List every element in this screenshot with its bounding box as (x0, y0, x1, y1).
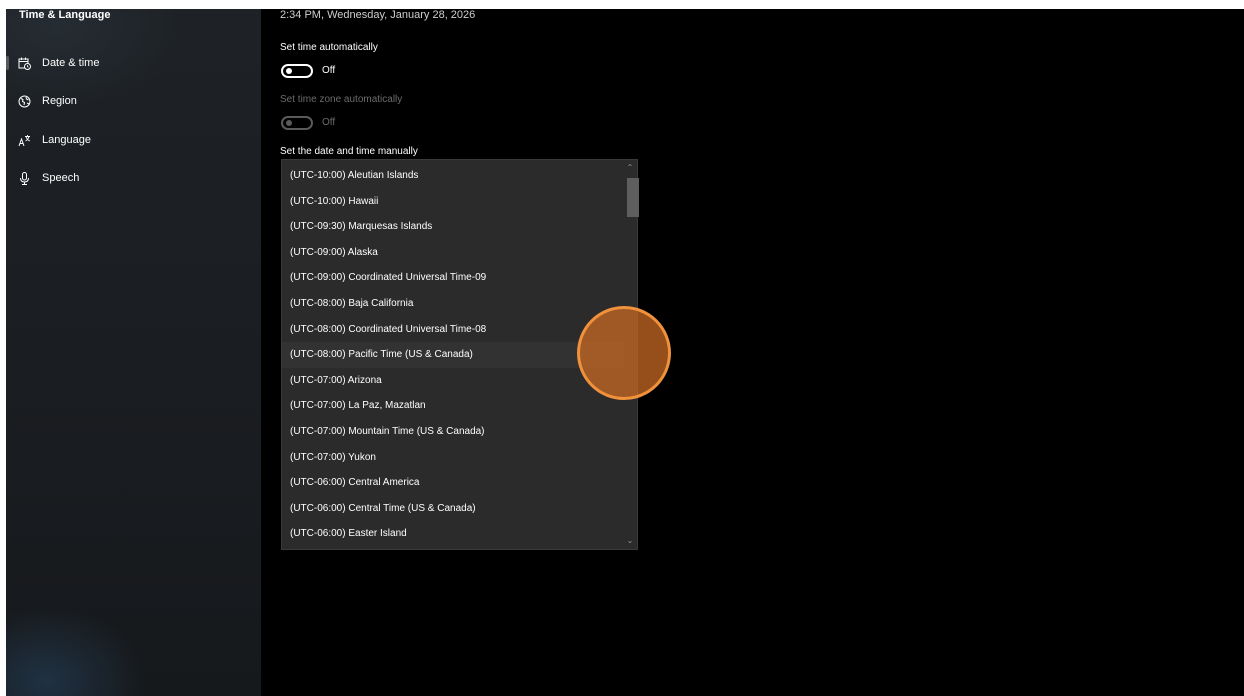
timezone-option[interactable]: (UTC-10:00) Aleutian Islands (282, 163, 624, 189)
toggle-knob (286, 68, 292, 74)
click-indicator (577, 306, 671, 400)
scroll-down-arrow-icon[interactable]: ⌄ (623, 535, 637, 547)
timezone-option-hovered[interactable]: (UTC-08:00) Pacific Time (US & Canada) (282, 342, 624, 368)
language-icon (17, 133, 31, 147)
timezone-option[interactable]: (UTC-08:00) Baja California (282, 291, 624, 317)
set-time-auto-toggle[interactable] (281, 64, 313, 78)
sidebar: Time & Language Date & time Region Langu… (6, 9, 261, 696)
sidebar-item-label: Date & time (42, 57, 100, 69)
globe-icon (17, 94, 31, 108)
timezone-option[interactable]: (UTC-09:30) Marquesas Islands (282, 214, 624, 240)
timezone-option[interactable]: (UTC-06:00) Central Time (US & Canada) (282, 496, 624, 522)
sidebar-title: Time & Language (19, 9, 111, 21)
toggle-knob (286, 120, 292, 126)
timezone-options: (UTC-10:00) Aleutian Islands (UTC-10:00)… (282, 163, 624, 547)
sidebar-item-speech[interactable]: Speech (6, 163, 261, 193)
timezone-option[interactable]: (UTC-08:00) Coordinated Universal Time-0… (282, 317, 624, 343)
sidebar-item-language[interactable]: Language (6, 125, 261, 155)
timezone-option[interactable]: (UTC-10:00) Hawaii (282, 189, 624, 215)
set-timezone-auto-label: Set time zone automatically (280, 94, 403, 105)
scroll-thumb[interactable] (627, 178, 639, 217)
timezone-option[interactable]: (UTC-07:00) Arizona (282, 368, 624, 394)
microphone-icon (17, 171, 31, 185)
timezone-option[interactable]: (UTC-07:00) Mountain Time (US & Canada) (282, 419, 624, 445)
timezone-option[interactable]: (UTC-07:00) La Paz, Mazatlan (282, 393, 624, 419)
sidebar-item-label: Language (42, 134, 91, 146)
timezone-option[interactable]: (UTC-07:00) Yukon (282, 445, 624, 471)
manual-date-time-label: Set the date and time manually (280, 146, 418, 157)
sidebar-item-label: Speech (42, 172, 80, 184)
set-time-auto-label: Set time automatically (280, 42, 378, 53)
settings-window: Time & Language Date & time Region Langu… (6, 9, 1244, 696)
timezone-option[interactable]: (UTC-06:00) Easter Island (282, 521, 624, 547)
set-timezone-auto-toggle[interactable] (281, 116, 313, 130)
main-content: 2:34 PM, Wednesday, January 28, 2026 Set… (261, 9, 1244, 696)
calendar-clock-icon (17, 56, 31, 70)
sidebar-item-region[interactable]: Region (6, 86, 261, 116)
sidebar-item-date-time[interactable]: Date & time (6, 48, 261, 78)
scroll-up-arrow-icon[interactable]: ⌃ (623, 162, 637, 174)
set-time-auto-state: Off (322, 65, 336, 76)
sidebar-item-label: Region (42, 95, 77, 107)
timezone-option[interactable]: (UTC-06:00) Central America (282, 470, 624, 496)
timezone-option[interactable]: (UTC-09:00) Coordinated Universal Time-0… (282, 265, 624, 291)
current-date-time: 2:34 PM, Wednesday, January 28, 2026 (280, 9, 476, 21)
timezone-option[interactable]: (UTC-09:00) Alaska (282, 240, 624, 266)
set-timezone-auto-state: Off (322, 117, 336, 128)
